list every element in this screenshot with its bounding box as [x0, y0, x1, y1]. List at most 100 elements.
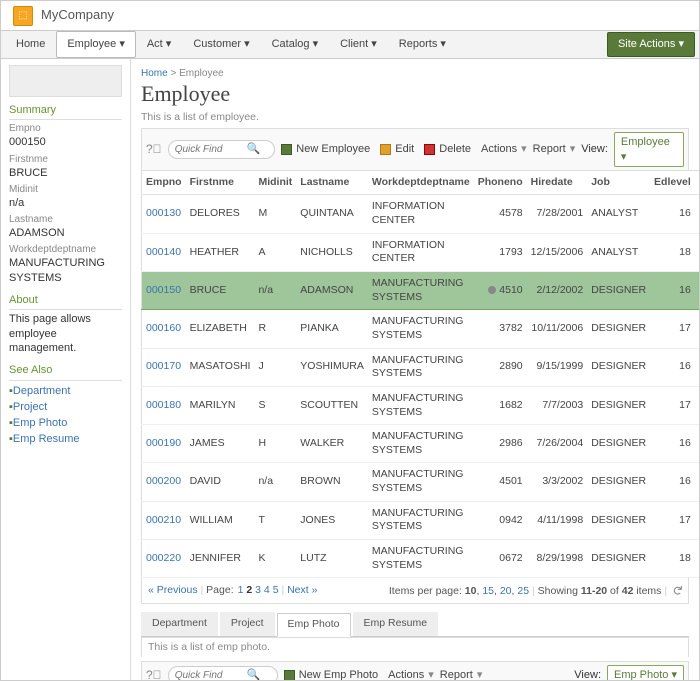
table-row[interactable]: 000160 ELIZABETHRPIANKAMANUFACTURING SYS… [142, 310, 700, 348]
detail-tabs: DepartmentProjectEmp PhotoEmp Resume [141, 612, 689, 637]
empno-link[interactable]: 000180 [146, 399, 181, 411]
summary-heading: Summary [9, 103, 122, 120]
col-header[interactable]: Hiredate [527, 170, 588, 195]
new-photo-button[interactable]: New Emp Photo [284, 668, 382, 680]
site-actions[interactable]: Site Actions [607, 32, 695, 56]
help-icon[interactable]: ?⃝ [146, 142, 162, 158]
photo-toolbar: ?⃝ 🔍 New Emp Photo Actions Report View: … [141, 661, 689, 680]
tab-emp-photo[interactable]: Emp Photo [277, 613, 351, 637]
table-row[interactable]: 000130 DELORESMQUINTANAINFORMATION CENTE… [142, 195, 700, 233]
nav-home[interactable]: Home [5, 31, 56, 57]
table-row[interactable]: 000190 JAMESHWALKERMANUFACTURING SYSTEMS… [142, 425, 700, 463]
ipp-link[interactable]: 25 [517, 585, 529, 597]
nav-bar: HomeEmployeeActCustomerCatalogClientRepo… [1, 31, 699, 59]
edit-icon [380, 144, 391, 155]
summary-value: 000150 [9, 135, 122, 149]
tab-emp-resume[interactable]: Emp Resume [353, 612, 439, 636]
nav-catalog[interactable]: Catalog [261, 31, 330, 57]
actions-menu[interactable]: Actions [481, 142, 527, 156]
seealso-link[interactable]: Department [9, 383, 122, 399]
pager: « Previous | Page: 1 2 3 4 5 | Next » It… [141, 578, 689, 604]
col-header[interactable]: Sex [695, 170, 699, 195]
ipp-link[interactable]: 15 [482, 585, 494, 597]
page-link[interactable]: 1 [238, 584, 244, 596]
photo-actions[interactable]: Actions [388, 668, 434, 680]
about-text: This page allows employee management. [9, 312, 122, 355]
seealso-link[interactable]: Emp Resume [9, 431, 122, 447]
empno-link[interactable]: 000150 [146, 284, 181, 296]
summary-label: Workdeptdeptname [9, 243, 122, 256]
summary-label: Midinit [9, 183, 122, 196]
seealso-link[interactable]: Project [9, 399, 122, 415]
breadcrumb: Home > Employee [141, 63, 689, 80]
quickfind-photo[interactable]: 🔍 [168, 666, 278, 680]
edit-button[interactable]: Edit [380, 142, 418, 156]
search-icon-2[interactable]: 🔍 [247, 668, 261, 680]
crumb-home[interactable]: Home [141, 68, 168, 79]
empno-link[interactable]: 000170 [146, 360, 181, 372]
col-header[interactable]: Job [587, 170, 650, 195]
help-icon-2[interactable]: ?⃝ [146, 668, 162, 680]
col-header[interactable]: Firstnme [186, 170, 255, 195]
nav-employee[interactable]: Employee [56, 31, 136, 57]
photo-report[interactable]: Report [440, 668, 483, 680]
search-icon[interactable]: 🔍 [247, 142, 261, 156]
table-row[interactable]: 000180 MARILYNSSCOUTTENMANUFACTURING SYS… [142, 386, 700, 424]
col-header[interactable]: Edlevel [650, 170, 695, 195]
tab-project[interactable]: Project [220, 612, 275, 636]
nav-act[interactable]: Act [136, 31, 182, 57]
page-link[interactable]: 3 [255, 584, 261, 596]
table-row[interactable]: 000150 BRUCEn/aADAMSONMANUFACTURING SYST… [142, 272, 700, 310]
row-indicator-icon [488, 286, 496, 294]
col-header[interactable]: Lastname [296, 170, 368, 195]
col-header[interactable]: Workdeptdeptname [368, 170, 474, 195]
table-row[interactable]: 000220 JENNIFERKLUTZMANUFACTURING SYSTEM… [142, 540, 700, 578]
table-row[interactable]: 000200 DAVIDn/aBROWNMANUFACTURING SYSTEM… [142, 463, 700, 501]
report-menu[interactable]: Report [533, 142, 576, 156]
empno-link[interactable]: 000190 [146, 437, 181, 449]
empno-link[interactable]: 000160 [146, 322, 181, 334]
empno-link[interactable]: 000200 [146, 475, 181, 487]
table-row[interactable]: 000210 WILLIAMTJONESMANUFACTURING SYSTEM… [142, 501, 700, 539]
seealso-link[interactable]: Emp Photo [9, 415, 122, 431]
prev-link[interactable]: « Previous [148, 584, 198, 598]
new-button[interactable]: New Employee [281, 142, 374, 156]
page-icon [9, 65, 122, 97]
ipp-link[interactable]: 20 [500, 585, 512, 597]
table-row[interactable]: 000140 HEATHERANICHOLLSINFORMATION CENTE… [142, 233, 700, 271]
nav-client[interactable]: Client [329, 31, 388, 57]
table-row[interactable]: 000170 MASATOSHIJYOSHIMURAMANUFACTURING … [142, 348, 700, 386]
photo-desc: This is a list of emp photo. [141, 637, 689, 658]
app-header: ⬚ MyCompany [1, 1, 699, 31]
quickfind-input[interactable] [175, 144, 247, 155]
photo-view-select[interactable]: Emp Photo [607, 665, 684, 680]
about-section: About This page allows employee manageme… [9, 293, 122, 355]
quickfind-photo-input[interactable] [175, 670, 247, 680]
logo-icon: ⬚ [13, 6, 33, 26]
view-label: View: [581, 142, 608, 156]
next-link[interactable]: Next » [287, 584, 317, 598]
empno-link[interactable]: 000140 [146, 246, 181, 258]
summary-label: Lastname [9, 213, 122, 226]
tab-department[interactable]: Department [141, 612, 218, 636]
col-header[interactable]: Midinit [254, 170, 296, 195]
summary-value: ADAMSON [9, 226, 122, 240]
empno-link[interactable]: 000210 [146, 514, 181, 526]
nav-customer[interactable]: Customer [182, 31, 260, 57]
summary-value: MANUFACTURING SYSTEMS [9, 256, 122, 285]
empno-link[interactable]: 000220 [146, 552, 181, 564]
empno-link[interactable]: 000130 [146, 207, 181, 219]
col-header[interactable]: Phoneno [474, 170, 527, 195]
quickfind[interactable]: 🔍 [168, 140, 276, 158]
nav-reports[interactable]: Reports [388, 31, 457, 57]
col-header[interactable]: Empno [142, 170, 186, 195]
page-desc: This is a list of employee. [141, 111, 689, 125]
refresh-icon[interactable]: ↻ [668, 585, 685, 596]
content: Home > Employee Employee This is a list … [131, 59, 699, 680]
view-select[interactable]: Employee [614, 132, 684, 167]
page-link[interactable]: 4 [264, 584, 270, 596]
page-title: Employee [141, 80, 689, 109]
summary-value: n/a [9, 196, 122, 210]
delete-button[interactable]: Delete [424, 142, 475, 156]
new-icon [281, 144, 292, 155]
